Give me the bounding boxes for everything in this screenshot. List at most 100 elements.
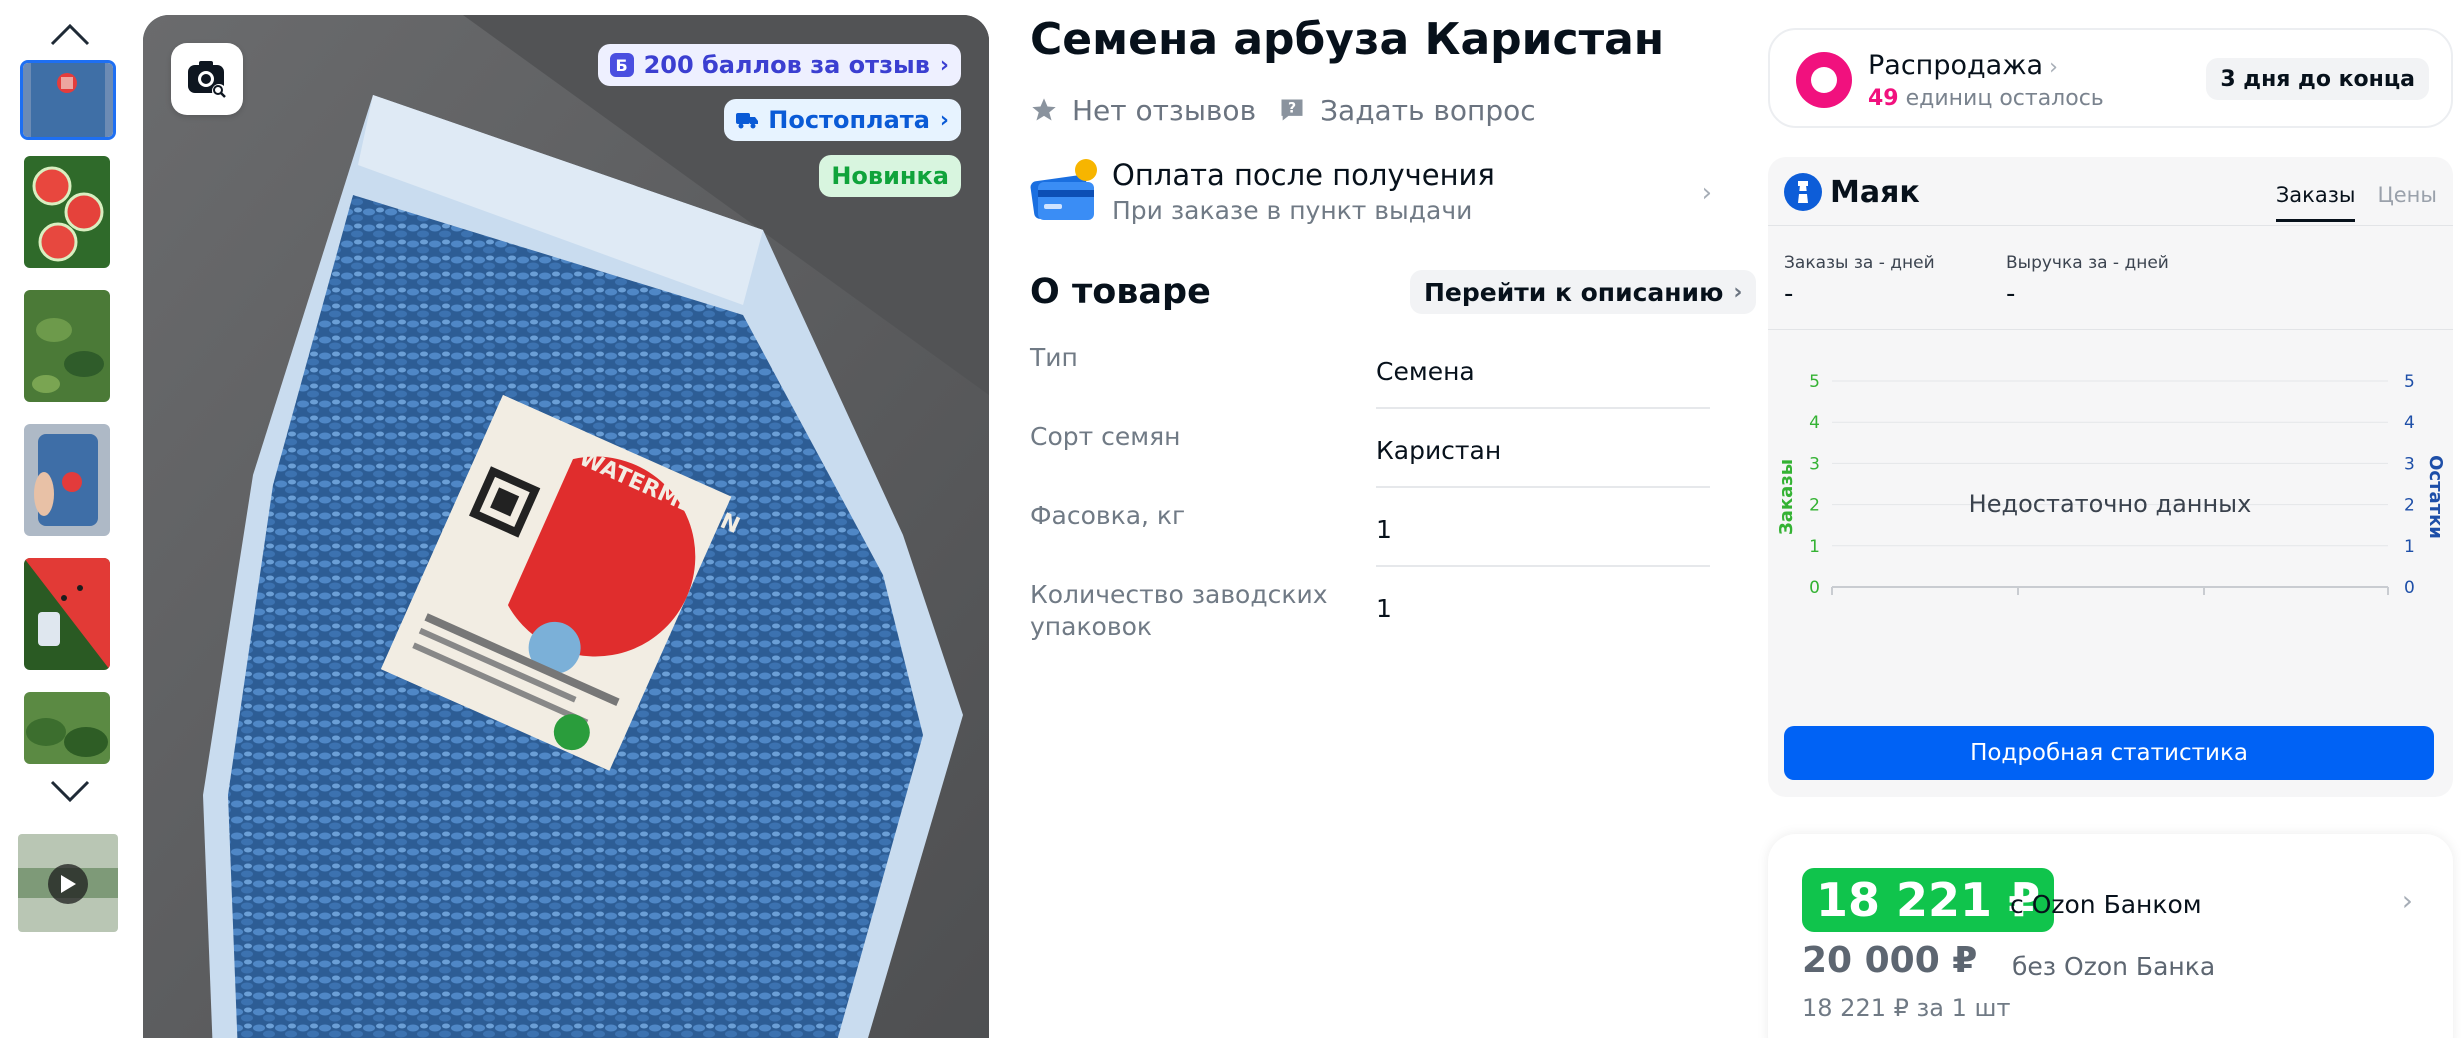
- right-tick-label: 3: [2404, 454, 2415, 474]
- left-tick-label: 2: [1809, 496, 1820, 516]
- postpay-badge[interactable]: Постоплата ›: [724, 99, 961, 141]
- chevron-right-icon: ›: [2049, 55, 2058, 80]
- image-search-button[interactable]: [171, 43, 243, 115]
- reviews-label: Нет отзывов: [1072, 93, 1257, 127]
- new-label: Новинка: [831, 162, 949, 190]
- svg-text:?: ?: [1288, 100, 1296, 116]
- star-icon: [1030, 96, 1058, 124]
- product-title: Семена арбуза Каристан: [1030, 14, 1665, 65]
- spec-row: Тип Семена: [1030, 330, 1710, 409]
- spec-row: Фасовка, кг 1: [1030, 488, 1710, 567]
- tab-prices[interactable]: Цены: [2377, 183, 2437, 222]
- revenue-stat-value: -: [2006, 279, 2016, 309]
- camera-search-icon: [188, 61, 226, 98]
- right-tick-label: 5: [2404, 372, 2415, 392]
- points-icon: Б: [609, 53, 634, 77]
- spec-key: Тип: [1030, 343, 1078, 372]
- spec-key: Фасовка, кг: [1030, 501, 1186, 530]
- payment-title: Оплата после получения: [1112, 157, 1495, 192]
- ask-question-label: Задать вопрос: [1320, 93, 1536, 127]
- spec-row: Сорт семян Каристан: [1030, 409, 1710, 488]
- new-badge: Новинка: [819, 155, 961, 197]
- postpay-label: Постоплата: [768, 106, 930, 134]
- spec-row: Количество заводских упаковок 1: [1030, 567, 1710, 667]
- thumbnail-2[interactable]: [24, 156, 110, 268]
- spec-value: 1: [1376, 594, 1392, 623]
- chevron-right-icon: ›: [939, 107, 949, 133]
- chevron-down-icon: [50, 780, 90, 803]
- price-without-card-label: без Ozon Банка: [2012, 952, 2216, 981]
- divider: [1768, 329, 2453, 330]
- gallery-up-button[interactable]: [48, 12, 92, 56]
- review-points-label: 200 баллов за отзыв: [643, 51, 930, 79]
- spec-value: 1: [1376, 500, 1710, 567]
- no-data-message: Недостаточно данных: [1969, 490, 2252, 518]
- revenue-stat-label: Выручка за - дней: [2006, 253, 2169, 273]
- right-tick-label: 2: [2404, 496, 2415, 516]
- left-axis-label: Заказы: [1776, 459, 1797, 535]
- chevron-right-icon: ›: [1701, 178, 1712, 208]
- price-per-unit: 18 221 ₽ за 1 шт: [1802, 994, 2011, 1022]
- sale-remaining: 49 единиц осталось: [1868, 86, 2104, 111]
- orders-stat-value: -: [1784, 279, 1794, 309]
- truck-icon: [736, 113, 759, 129]
- thumbnail-1[interactable]: [20, 60, 116, 140]
- mayak-widget: Маяк Заказы Цены Заказы за - дней - Выру…: [1768, 157, 2453, 797]
- thumbnail-gallery: [18, 0, 120, 1038]
- spec-value: Каристан: [1376, 421, 1710, 488]
- payment-after-receipt[interactable]: Оплата после получения При заказе в пунк…: [1030, 150, 1712, 232]
- right-tick-label: 0: [2404, 578, 2415, 598]
- sale-banner[interactable]: Распродажа › 49 единиц осталось 3 дня до …: [1768, 28, 2453, 128]
- thumbnail-5[interactable]: [24, 558, 110, 670]
- right-axis-label: Остатки: [2425, 455, 2446, 539]
- left-tick-label: 3: [1809, 454, 1820, 474]
- revenue-stat: Выручка за - дней -: [2006, 253, 2169, 309]
- video-thumbnail[interactable]: [18, 834, 118, 932]
- review-points-badge[interactable]: Б 200 баллов за отзыв ›: [597, 44, 961, 86]
- main-product-image[interactable]: WATERMELON Б 200 баллов за отзыв › Посто…: [143, 15, 989, 1038]
- spec-key: Сорт семян: [1030, 422, 1181, 451]
- price-with-card-label: с Ozon Банком: [2010, 890, 2202, 919]
- chevron-right-icon: ›: [1733, 279, 1743, 305]
- spec-value: Семена: [1376, 342, 1710, 409]
- mayak-tabs: Заказы Цены: [2254, 183, 2437, 222]
- card-payment-icon: [1030, 156, 1100, 226]
- chevron-up-icon: [50, 23, 90, 46]
- left-tick-label: 1: [1809, 537, 1820, 557]
- chevron-right-icon: ›: [2401, 884, 2413, 917]
- play-icon: [48, 864, 88, 904]
- orders-stat: Заказы за - дней -: [1784, 253, 1935, 309]
- price-card[interactable]: 18 221 ₽ с Ozon Банком › 20 000 ₽ без Oz…: [1768, 834, 2453, 1038]
- ask-question-link[interactable]: ? Задать вопрос: [1278, 94, 1536, 127]
- price-without-card: 20 000 ₽: [1802, 940, 1978, 981]
- thumbnail-4[interactable]: [24, 424, 110, 536]
- divider: [1768, 225, 2453, 226]
- payment-subtitle: При заказе в пункт выдачи: [1112, 195, 1473, 225]
- detailed-stats-button[interactable]: Подробная статистика: [1784, 726, 2434, 780]
- right-tick-label: 1: [2404, 537, 2415, 557]
- tab-orders[interactable]: Заказы: [2275, 183, 2356, 222]
- orders-chart: 0 0 1 1 2 2 3 3 4 4 5 5 Заказы Остатки Недостаточно…: [1776, 372, 2446, 598]
- thumbnail-6[interactable]: [24, 692, 110, 764]
- sale-ring-icon: [1796, 52, 1852, 108]
- sale-title: Распродажа ›: [1868, 50, 2058, 81]
- goto-description-label: Перейти к описанию: [1424, 277, 1724, 307]
- gallery-down-button[interactable]: [48, 770, 92, 814]
- lighthouse-icon: [1784, 173, 1822, 211]
- chevron-right-icon: ›: [939, 52, 949, 78]
- spec-key: Количество заводских упаковок: [1030, 580, 1328, 641]
- about-product-title: О товаре: [1030, 272, 1211, 312]
- left-tick-label: 0: [1809, 578, 1820, 598]
- orders-stat-label: Заказы за - дней: [1784, 253, 1935, 273]
- sale-remaining-label: единиц осталось: [1905, 86, 2104, 111]
- right-tick-label: 4: [2404, 413, 2415, 433]
- left-tick-label: 4: [1809, 413, 1820, 433]
- reviews-link[interactable]: Нет отзывов: [1030, 94, 1256, 127]
- sale-title-label: Распродажа: [1868, 50, 2044, 81]
- rating-row: Нет отзывов ? Задать вопрос: [1030, 90, 1536, 130]
- question-bubble-icon: ?: [1278, 96, 1306, 124]
- sale-timer: 3 дня до конца: [2206, 58, 2429, 100]
- thumbnail-3[interactable]: [24, 290, 110, 402]
- goto-description-button[interactable]: Перейти к описанию ›: [1410, 270, 1757, 314]
- left-tick-label: 5: [1809, 372, 1820, 392]
